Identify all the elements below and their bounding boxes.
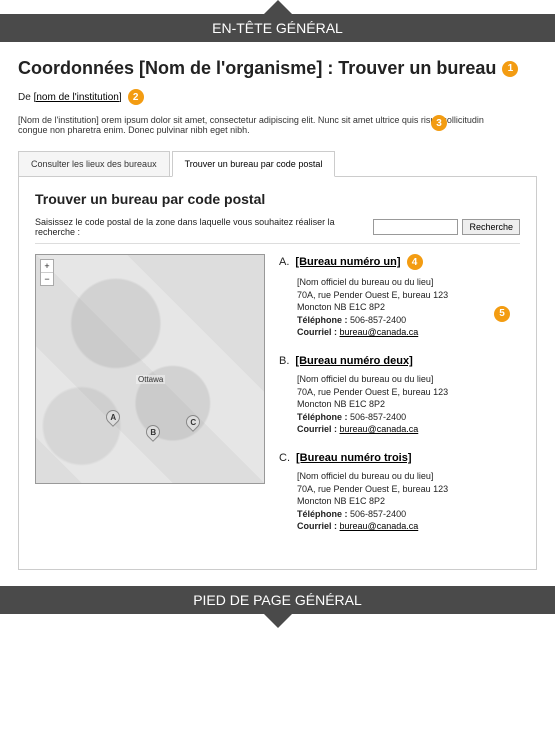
divider [35, 243, 520, 244]
office-phone: 506-857-2400 [350, 412, 406, 422]
office-email[interactable]: bureau@canada.ca [340, 521, 419, 531]
panel-heading: Trouver un bureau par code postal [35, 191, 520, 207]
office-email[interactable]: bureau@canada.ca [340, 424, 419, 434]
intro-text-content: [Nom de l'institution] orem ipsum dolor … [18, 115, 484, 135]
email-label: Courriel : [297, 424, 337, 434]
byline: De [nom de l'institution] 2 [18, 89, 537, 105]
intro-text: [Nom de l'institution] orem ipsum dolor … [18, 115, 537, 135]
office-city: Moncton NB E1C 8P2 [297, 301, 520, 314]
item-body: [Nom officiel du bureau ou du lieu] 70A,… [279, 276, 520, 339]
email-label: Courriel : [297, 327, 337, 337]
office-name: [Nom officiel du bureau ou du lieu] [297, 276, 520, 289]
global-header: EN-TÊTE GÉNÉRAL [0, 14, 555, 42]
office-name: [Nom officiel du bureau ou du lieu] [297, 373, 520, 386]
item-head: C. [Bureau numéro trois] [279, 452, 520, 464]
office-email[interactable]: bureau@canada.ca [340, 327, 419, 337]
phone-label: Téléphone : [297, 315, 348, 325]
map-city-label: Ottawa [136, 375, 165, 384]
global-footer: PIED DE PAGE GÉNÉRAL [0, 586, 555, 614]
tab-find-postal[interactable]: Trouver un bureau par code postal [172, 151, 336, 177]
page-title-text: Coordonnées [Nom de l'organisme] : Trouv… [18, 58, 496, 79]
main-content: Coordonnées [Nom de l'organisme] : Trouv… [0, 42, 555, 586]
tab-consult[interactable]: Consulter les lieux des bureaux [18, 151, 170, 176]
annotation-badge-5: 5 [494, 306, 510, 322]
item-letter: C. [279, 452, 290, 464]
phone-label: Téléphone : [297, 509, 348, 519]
results-area: + − Ottawa A B C A. [Bureau numéro un] 4… [35, 254, 520, 549]
map[interactable]: + − Ottawa A B C [35, 254, 265, 484]
arrow-down-icon [264, 614, 292, 628]
map-background [36, 255, 264, 483]
item-body: [Nom officiel du bureau ou du lieu] 70A,… [279, 470, 520, 533]
phone-label: Téléphone : [297, 412, 348, 422]
office-city: Moncton NB E1C 8P2 [297, 495, 520, 508]
zoom-out-button[interactable]: − [41, 273, 53, 285]
office-phone: 506-857-2400 [350, 509, 406, 519]
search-button[interactable]: Recherche [462, 219, 520, 235]
list-item: C. [Bureau numéro trois] [Nom officiel d… [279, 452, 520, 533]
map-zoom-controls: + − [40, 259, 54, 286]
item-head: A. [Bureau numéro un] 4 [279, 254, 520, 270]
office-address: 70A, rue Pender Ouest E, bureau 123 [297, 386, 520, 399]
office-city: Moncton NB E1C 8P2 [297, 398, 520, 411]
office-link[interactable]: [Bureau numéro un] [295, 256, 400, 268]
postal-code-input[interactable] [373, 219, 458, 235]
office-address: 70A, rue Pender Ouest E, bureau 123 [297, 289, 520, 302]
item-letter: A. [279, 256, 289, 268]
annotation-badge-4: 4 [407, 254, 423, 270]
item-body: [Nom officiel du bureau ou du lieu] 70A,… [279, 373, 520, 436]
office-name: [Nom officiel du bureau ou du lieu] [297, 470, 520, 483]
annotation-badge-3: 3 [431, 115, 447, 131]
list-item: A. [Bureau numéro un] 4 [Nom officiel du… [279, 254, 520, 339]
tab-panel: Trouver un bureau par code postal Saisis… [18, 177, 537, 570]
search-row: Saisissez le code postal de la zone dans… [35, 217, 520, 237]
office-link[interactable]: [Bureau numéro trois] [296, 452, 412, 464]
search-label: Saisissez le code postal de la zone dans… [35, 217, 369, 237]
office-list: A. [Bureau numéro un] 4 [Nom officiel du… [279, 254, 520, 549]
annotation-badge-2: 2 [128, 89, 144, 105]
list-item: B. [Bureau numéro deux] [Nom officiel du… [279, 355, 520, 436]
email-label: Courriel : [297, 521, 337, 531]
institution-link[interactable]: [nom de l'institution] [34, 92, 122, 103]
arrow-up-icon [264, 0, 292, 14]
office-phone: 506-857-2400 [350, 315, 406, 325]
item-letter: B. [279, 355, 289, 367]
item-head: B. [Bureau numéro deux] [279, 355, 520, 367]
byline-prefix: De [18, 92, 34, 103]
zoom-in-button[interactable]: + [41, 260, 53, 273]
tab-list: Consulter les lieux des bureaux Trouver … [18, 151, 537, 177]
page-title: Coordonnées [Nom de l'organisme] : Trouv… [18, 58, 537, 79]
office-link[interactable]: [Bureau numéro deux] [295, 355, 412, 367]
office-address: 70A, rue Pender Ouest E, bureau 123 [297, 483, 520, 496]
annotation-badge-1: 1 [502, 61, 518, 77]
